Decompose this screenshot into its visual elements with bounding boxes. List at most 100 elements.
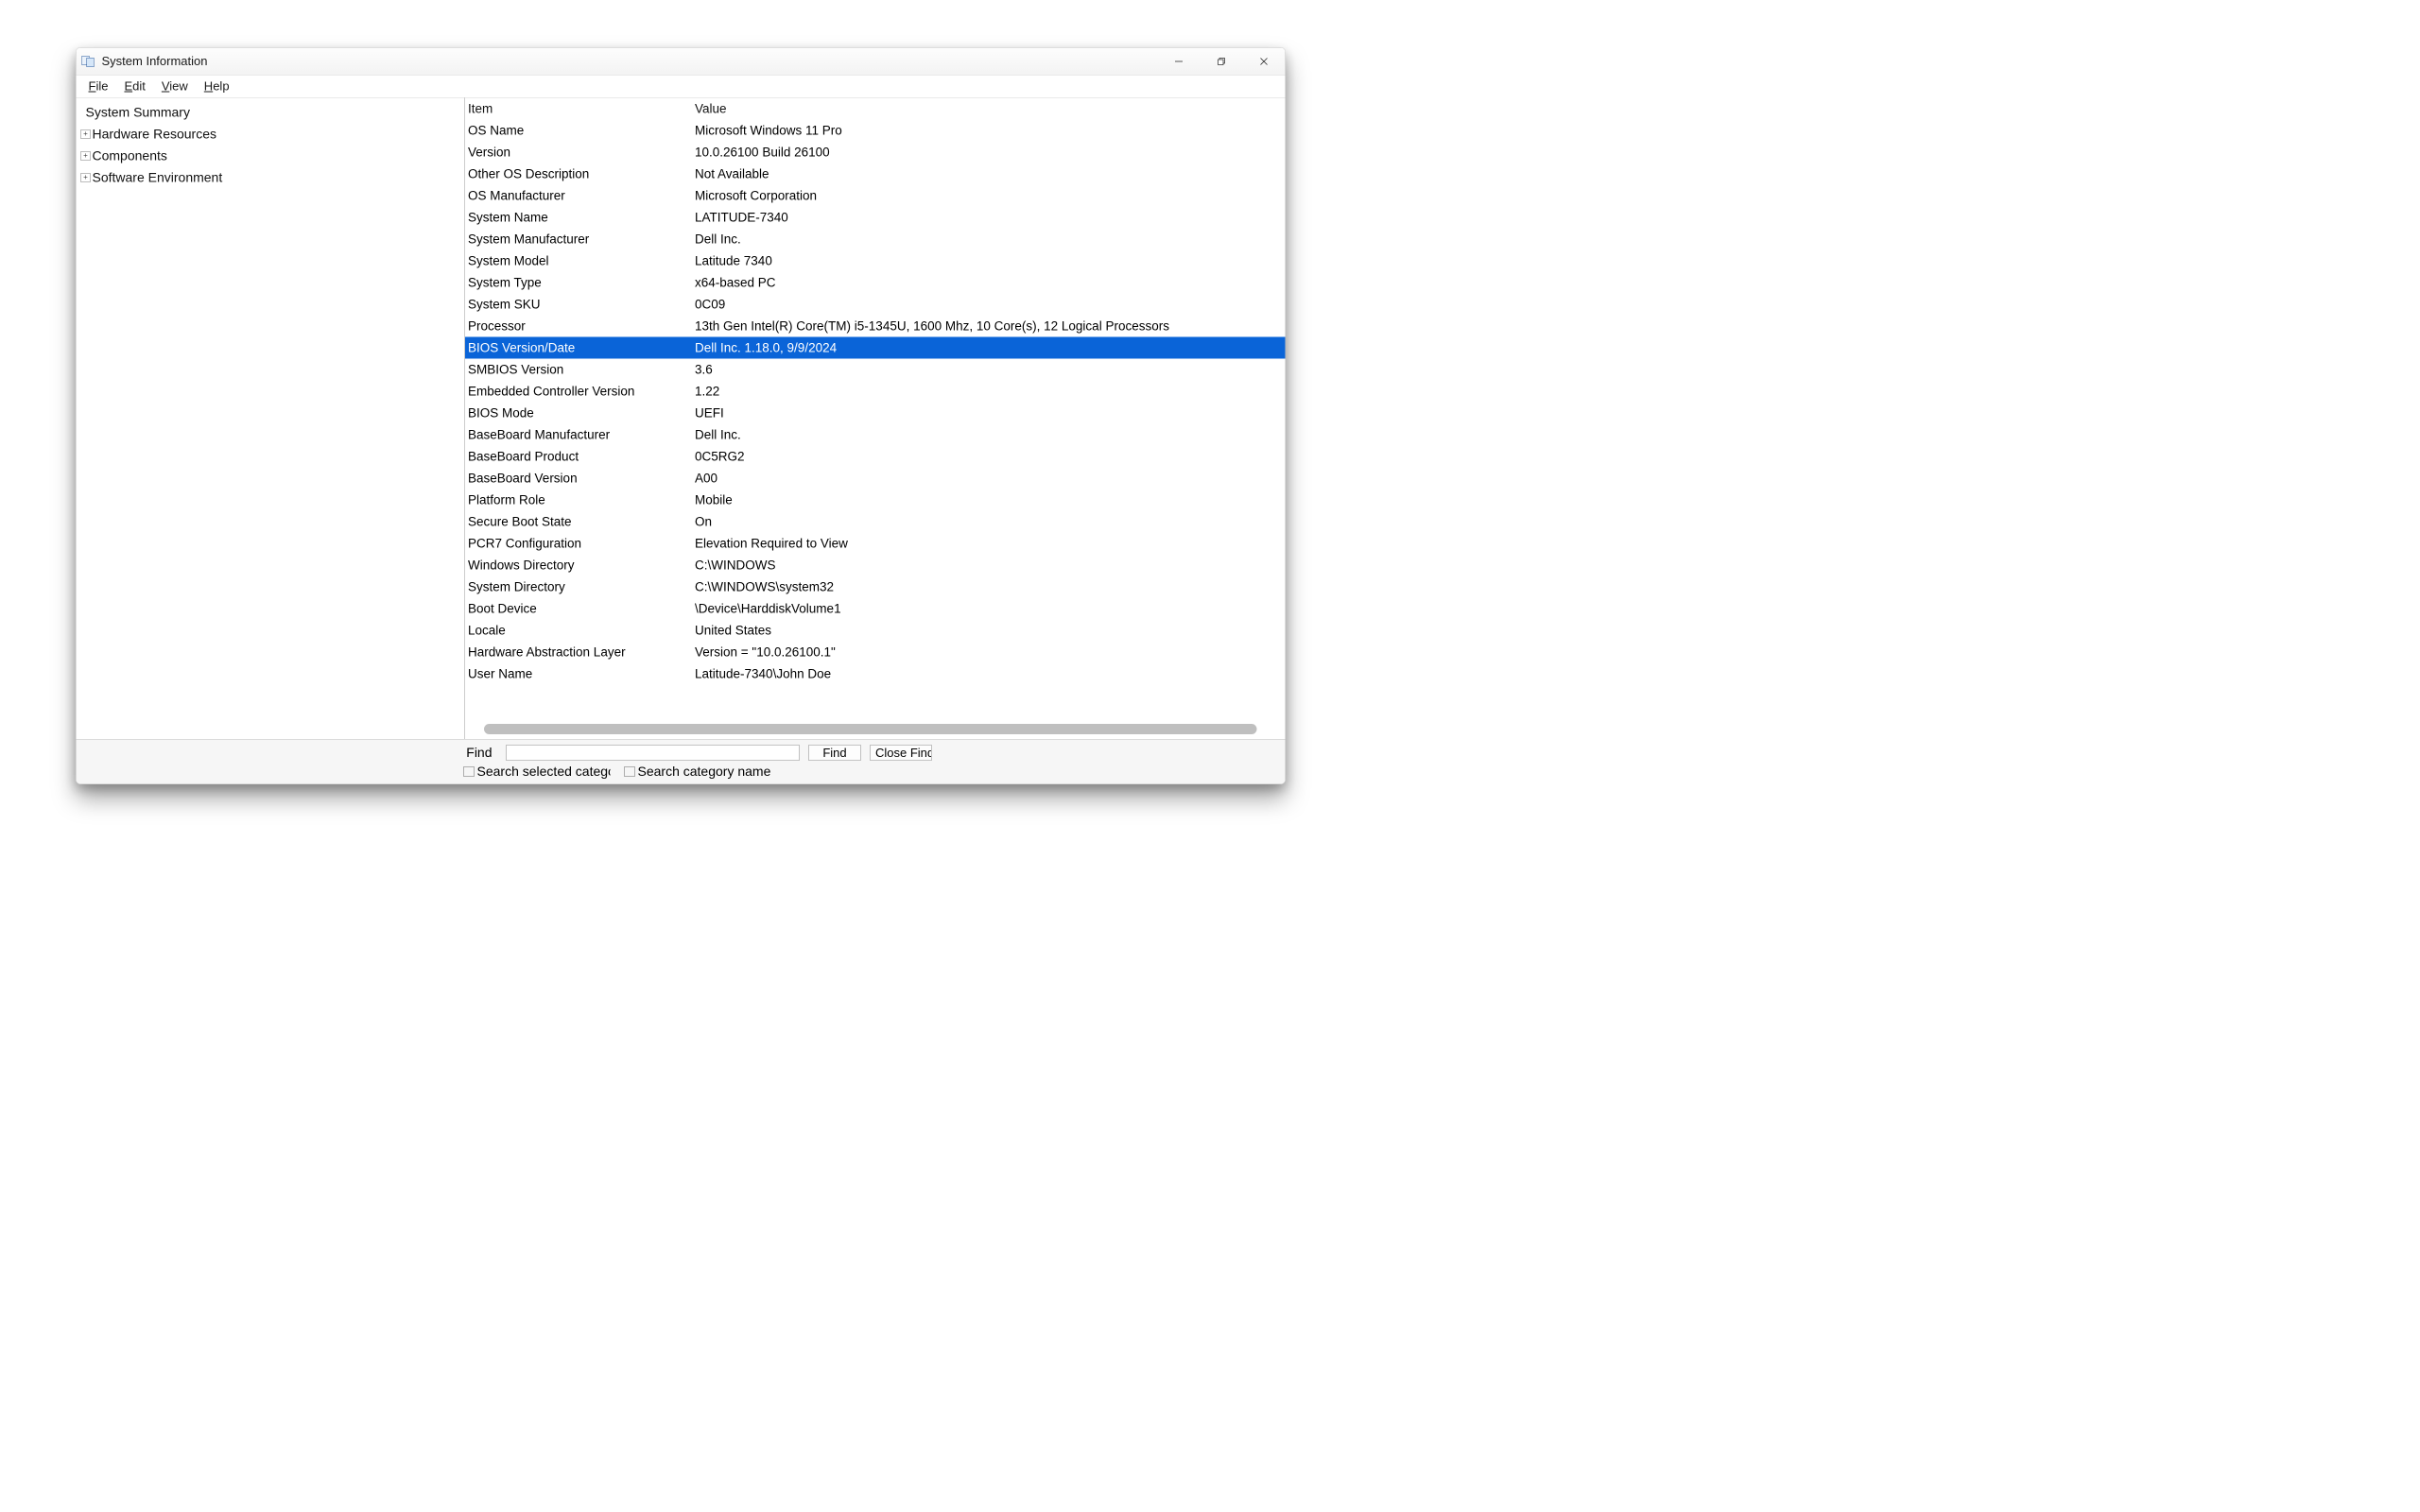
- horizontal-scrollbar[interactable]: [484, 724, 1257, 734]
- details-item-value: A00: [695, 471, 1286, 486]
- details-item-name: Processor: [468, 318, 695, 334]
- category-tree[interactable]: System Summary + Hardware Resources + Co…: [77, 98, 466, 740]
- search-selected-checkbox[interactable]: Search selected category only: [464, 765, 611, 780]
- details-item-value: Dell Inc.: [695, 427, 1286, 442]
- find-label: Find: [86, 746, 497, 761]
- details-row[interactable]: Other OS DescriptionNot Available: [465, 163, 1286, 185]
- tree-node-hardware-resources[interactable]: + Hardware Resources: [81, 124, 465, 146]
- details-item-name: Hardware Abstraction Layer: [468, 644, 695, 660]
- details-row[interactable]: System ModelLatitude 7340: [465, 250, 1286, 272]
- column-header-item[interactable]: Item: [468, 101, 695, 116]
- details-row[interactable]: Platform RoleMobile: [465, 490, 1286, 511]
- details-item-name: System SKU: [468, 297, 695, 312]
- details-row[interactable]: PCR7 ConfigurationElevation Required to …: [465, 533, 1286, 555]
- find-button[interactable]: Find: [809, 745, 861, 761]
- details-row[interactable]: LocaleUnited States: [465, 620, 1286, 642]
- column-headers[interactable]: Item Value: [465, 98, 1286, 120]
- details-item-value: Version = "10.0.26100.1": [695, 644, 1286, 660]
- expander-icon[interactable]: +: [81, 173, 91, 182]
- details-item-name: Secure Boot State: [468, 514, 695, 529]
- tree-label: Software Environment: [93, 170, 223, 185]
- menu-view[interactable]: View: [154, 77, 196, 96]
- details-row[interactable]: Embedded Controller Version1.22: [465, 381, 1286, 403]
- details-item-value: United States: [695, 623, 1286, 638]
- details-row[interactable]: Version10.0.26100 Build 26100: [465, 142, 1286, 163]
- details-item-name: System Name: [468, 210, 695, 225]
- details-row[interactable]: System Typex64-based PC: [465, 272, 1286, 294]
- details-row[interactable]: BIOS Version/DateDell Inc. 1.18.0, 9/9/2…: [465, 337, 1286, 359]
- details-item-value: On: [695, 514, 1286, 529]
- details-item-name: System Model: [468, 253, 695, 268]
- details-item-value: \Device\HarddiskVolume1: [695, 601, 1286, 616]
- details-item-value: LATITUDE-7340: [695, 210, 1286, 225]
- details-row[interactable]: System ManufacturerDell Inc.: [465, 229, 1286, 250]
- expander-icon[interactable]: +: [81, 151, 91, 161]
- details-item-name: BaseBoard Product: [468, 449, 695, 464]
- tree-node-software-environment[interactable]: + Software Environment: [81, 167, 465, 189]
- menu-help[interactable]: Help: [197, 77, 237, 96]
- maximize-button[interactable]: [1201, 48, 1243, 76]
- details-item-name: Version: [468, 145, 695, 160]
- details-list[interactable]: Item Value OS NameMicrosoft Windows 11 P…: [465, 98, 1286, 721]
- details-item-name: BIOS Mode: [468, 405, 695, 421]
- details-row[interactable]: OS NameMicrosoft Windows 11 Pro: [465, 120, 1286, 142]
- details-item-name: Other OS Description: [468, 166, 695, 181]
- tree-label: Hardware Resources: [93, 127, 217, 142]
- column-header-value[interactable]: Value: [695, 101, 1286, 116]
- details-item-name: Embedded Controller Version: [468, 384, 695, 399]
- details-item-value: Mobile: [695, 492, 1286, 507]
- details-item-value: 10.0.26100 Build 26100: [695, 145, 1286, 160]
- find-bar: Find Find Close Find Search selected cat…: [77, 739, 1286, 784]
- details-item-name: Boot Device: [468, 601, 695, 616]
- details-row[interactable]: BaseBoard ManufacturerDell Inc.: [465, 424, 1286, 446]
- details-row[interactable]: BIOS ModeUEFI: [465, 403, 1286, 424]
- details-row[interactable]: Hardware Abstraction LayerVersion = "10.…: [465, 642, 1286, 663]
- details-row[interactable]: Secure Boot StateOn: [465, 511, 1286, 533]
- details-item-value: Microsoft Corporation: [695, 188, 1286, 203]
- details-item-value: 0C09: [695, 297, 1286, 312]
- details-row[interactable]: System DirectoryC:\WINDOWS\system32: [465, 576, 1286, 598]
- minimize-button[interactable]: [1158, 48, 1201, 76]
- menu-edit[interactable]: Edit: [116, 77, 152, 96]
- details-item-name: BaseBoard Version: [468, 471, 695, 486]
- system-information-window: System Information: [76, 47, 1286, 784]
- details-item-value: C:\WINDOWS\system32: [695, 579, 1286, 594]
- details-item-value: Microsoft Windows 11 Pro: [695, 123, 1286, 138]
- details-item-value: 0C5RG2: [695, 449, 1286, 464]
- details-row[interactable]: User NameLatitude-7340\John Doe: [465, 663, 1286, 685]
- details-item-name: Locale: [468, 623, 695, 638]
- details-item-value: C:\WINDOWS: [695, 558, 1286, 573]
- tree-label: Components: [93, 148, 167, 163]
- find-input[interactable]: [507, 745, 800, 761]
- details-item-name: System Manufacturer: [468, 232, 695, 247]
- details-item-name: Windows Directory: [468, 558, 695, 573]
- details-item-name: System Type: [468, 275, 695, 290]
- details-item-value: Elevation Required to View: [695, 536, 1286, 551]
- details-item-value: UEFI: [695, 405, 1286, 421]
- details-item-name: OS Manufacturer: [468, 188, 695, 203]
- title-bar: System Information: [77, 48, 1286, 76]
- search-names-checkbox[interactable]: Search category names only: [625, 765, 771, 780]
- details-item-value: Dell Inc.: [695, 232, 1286, 247]
- details-row[interactable]: BaseBoard VersionA00: [465, 468, 1286, 490]
- menu-file[interactable]: File: [81, 77, 116, 96]
- details-row[interactable]: Processor13th Gen Intel(R) Core(TM) i5-1…: [465, 316, 1286, 337]
- details-row[interactable]: System SKU0C09: [465, 294, 1286, 316]
- app-icon: [82, 55, 96, 68]
- details-item-value: x64-based PC: [695, 275, 1286, 290]
- details-row[interactable]: System NameLATITUDE-7340: [465, 207, 1286, 229]
- close-button[interactable]: [1243, 48, 1286, 76]
- details-item-value: 13th Gen Intel(R) Core(TM) i5-1345U, 160…: [695, 318, 1286, 334]
- details-row[interactable]: Boot Device\Device\HarddiskVolume1: [465, 598, 1286, 620]
- details-row[interactable]: Windows DirectoryC:\WINDOWS: [465, 555, 1286, 576]
- details-item-value: 1.22: [695, 384, 1286, 399]
- window-title: System Information: [102, 54, 208, 69]
- details-row[interactable]: OS ManufacturerMicrosoft Corporation: [465, 185, 1286, 207]
- details-row[interactable]: BaseBoard Product0C5RG2: [465, 446, 1286, 468]
- expander-icon[interactable]: +: [81, 129, 91, 139]
- close-find-button[interactable]: Close Find: [871, 745, 932, 761]
- details-item-value: Latitude-7340\John Doe: [695, 666, 1286, 681]
- tree-node-system-summary[interactable]: System Summary: [81, 102, 465, 124]
- tree-node-components[interactable]: + Components: [81, 146, 465, 167]
- details-row[interactable]: SMBIOS Version3.6: [465, 359, 1286, 381]
